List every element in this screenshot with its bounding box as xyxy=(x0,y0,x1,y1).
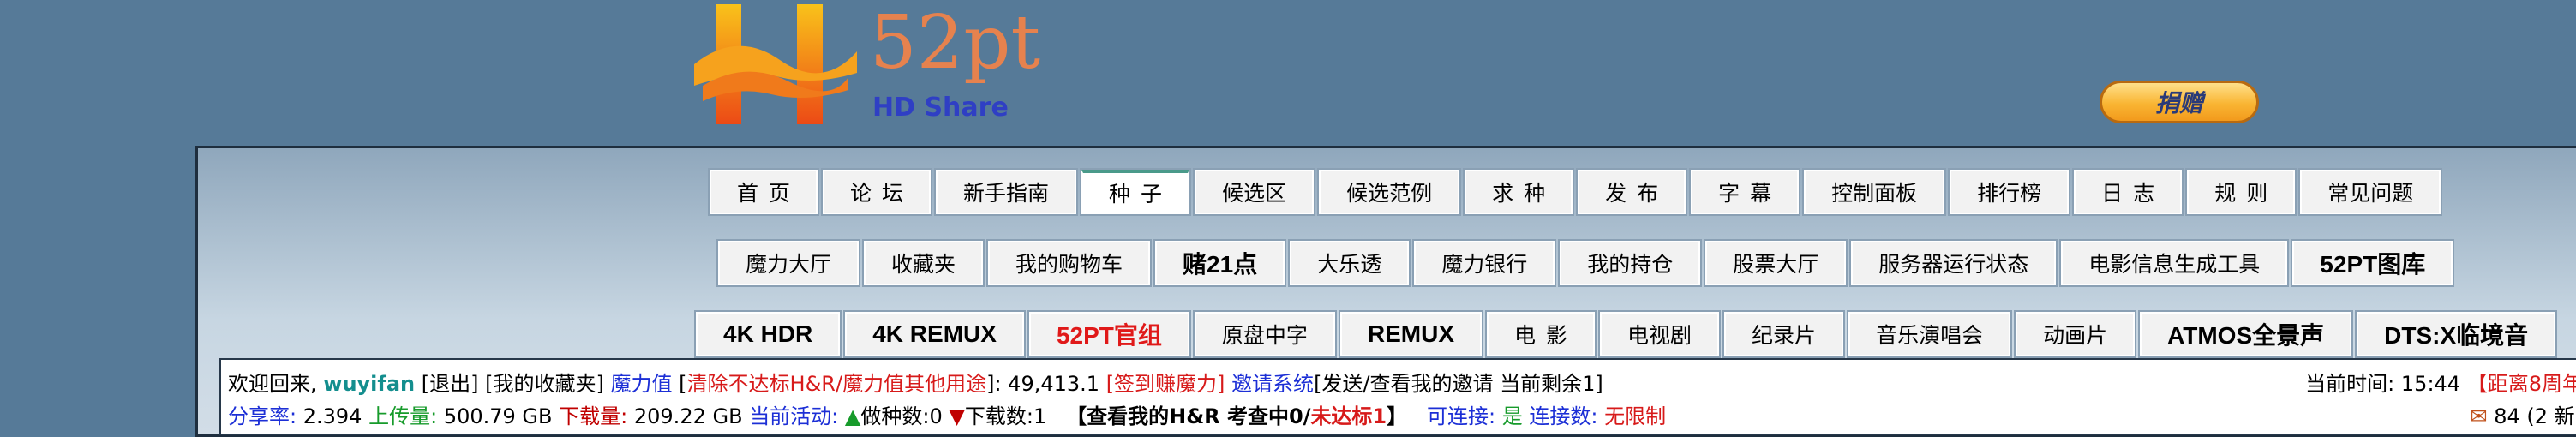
welcome-text: 欢迎回来, xyxy=(228,372,317,396)
main-nav: 首页 论坛 新手指南 种子 候选区 候选范例 求种 发布 字幕 控制面板 排行榜 日志 规则 常见问题 xyxy=(707,168,2443,216)
info-line-2: 分享率: 2.394 上传量: 500.79 GB 下载量: 209.22 GB… xyxy=(228,399,1666,429)
nav-item-13[interactable]: 常见问题 xyxy=(2298,168,2443,216)
signin-link[interactable]: [签到赚魔力] xyxy=(1106,372,1225,396)
ratio-value: 2.394 xyxy=(303,404,362,428)
nav2-item-2[interactable]: 我的购物车 xyxy=(986,239,1153,287)
nav-item-10[interactable]: 排行榜 xyxy=(1948,168,2071,216)
category-item-10[interactable]: ATMOS全景声 xyxy=(2138,310,2354,358)
category-item-9[interactable]: 动画片 xyxy=(2014,310,2137,358)
time-info: 当前时间: 15:44 【距离8周年 xyxy=(2305,367,2576,397)
connectable-value: 是 xyxy=(1501,404,1523,428)
hr-check-link[interactable]: 【查看我的H&R 考查中0/ xyxy=(1066,404,1310,428)
logout-link[interactable]: [退出] xyxy=(422,372,479,396)
category-item-3[interactable]: 原盘中字 xyxy=(1192,310,1337,358)
category-item-1[interactable]: 4K REMUX xyxy=(843,310,1026,358)
category-item-11[interactable]: DTS:X临境音 xyxy=(2355,310,2558,358)
nav2-item-0[interactable]: 魔力大厅 xyxy=(716,239,861,287)
message-info: ✉ 84 (2 新) xyxy=(2470,399,2576,429)
time-label: 当前时间: xyxy=(2305,372,2395,396)
connections-value: 无限制 xyxy=(1604,404,1667,428)
nav2-item-8[interactable]: 服务器运行状态 xyxy=(1849,239,2058,287)
message-count[interactable]: 84 (2 新) xyxy=(2494,404,2576,428)
nav-item-12[interactable]: 规则 xyxy=(2185,168,2297,216)
donate-button[interactable]: 捐赠 xyxy=(2100,81,2259,123)
bracket: [ xyxy=(679,372,687,396)
category-item-0[interactable]: 4K HDR xyxy=(693,310,842,358)
upload-value: 500.79 GB xyxy=(443,404,553,428)
nav-item-0[interactable]: 首页 xyxy=(707,168,820,216)
nav2-item-9[interactable]: 电影信息生成工具 xyxy=(2059,239,2290,287)
username-link[interactable]: wuyifan xyxy=(323,372,415,396)
bonus-link[interactable]: 魔力值 xyxy=(611,372,673,396)
category-item-8[interactable]: 音乐演唱会 xyxy=(1847,310,2013,358)
nav-item-7[interactable]: 发布 xyxy=(1576,168,1688,216)
logo-text: 52pt xyxy=(870,0,1041,86)
nav2-item-5[interactable]: 魔力银行 xyxy=(1412,239,1557,287)
nav2-item-3[interactable]: 赌21点 xyxy=(1153,239,1287,287)
category-item-5[interactable]: 电影 xyxy=(1485,310,1597,358)
favorites-link[interactable]: [我的收藏夹] xyxy=(485,372,604,396)
category-item-7[interactable]: 纪录片 xyxy=(1722,310,1846,358)
nav-item-8[interactable]: 字幕 xyxy=(1689,168,1801,216)
nav-item-1[interactable]: 论坛 xyxy=(821,168,933,216)
category-nav: 4K HDR 4K REMUX 52PT官组 原盘中字 REMUX 电影 电视剧 纪录片 音乐演… xyxy=(693,310,2558,358)
inbox-icon[interactable]: ✉ xyxy=(2470,404,2487,428)
anniversary-countdown: 【距离8周年 xyxy=(2466,372,2576,396)
nav-item-5[interactable]: 候选范例 xyxy=(1317,168,1462,216)
seed-icon: ▲ xyxy=(844,404,861,428)
clear-hr-link[interactable]: 清除不达标H&R/魔力值其他用途 xyxy=(687,372,987,396)
download-value: 209.22 GB xyxy=(633,404,743,428)
download-label: 下载量: xyxy=(559,404,628,428)
ratio-label: 分享率: xyxy=(228,404,297,428)
nav2-item-7[interactable]: 股票大厅 xyxy=(1704,239,1848,287)
invite-link[interactable]: 邀请系统 xyxy=(1231,372,1314,396)
upload-label: 上传量: xyxy=(368,404,438,428)
user-info-bar: 欢迎回来, wuyifan [退出] [我的收藏夹] 魔力值 [清除不达标H&R… xyxy=(219,358,2576,435)
seeding-count[interactable]: 做种数:0 xyxy=(860,404,942,428)
activity-label: 当前活动: xyxy=(749,404,839,428)
time-value: 15:44 xyxy=(2400,372,2461,396)
leeching-count[interactable]: 下载数:1 xyxy=(965,404,1046,428)
bracket: ]: xyxy=(986,372,1002,396)
secondary-nav: 魔力大厅 收藏夹 我的购物车 赌21点 大乐透 魔力银行 我的持仓 股票大厅 服务器运行状态 电影… xyxy=(716,239,2455,287)
logo-subtitle: HD Share xyxy=(872,93,1009,123)
hr-bracket-close: 】 xyxy=(1387,404,1408,428)
leech-icon: ▼ xyxy=(949,404,965,428)
nav-item-9[interactable]: 控制面板 xyxy=(1802,168,1947,216)
info-line-1: 欢迎回来, wuyifan [退出] [我的收藏夹] 魔力值 [清除不达标H&R… xyxy=(228,367,1603,397)
nav-item-2[interactable]: 新手指南 xyxy=(934,168,1079,216)
nav2-item-1[interactable]: 收藏夹 xyxy=(862,239,985,287)
nav-item-4[interactable]: 候选区 xyxy=(1193,168,1316,216)
connectable-label: 可连接: xyxy=(1427,404,1496,428)
nav2-item-10[interactable]: 52PT图库 xyxy=(2291,239,2455,287)
nav2-item-4[interactable]: 大乐透 xyxy=(1288,239,1411,287)
bonus-value: 49,413.1 xyxy=(1008,372,1100,396)
nav-item-3[interactable]: 种子 xyxy=(1080,168,1192,216)
connections-label: 连接数: xyxy=(1529,404,1598,428)
category-item-4[interactable]: REMUX xyxy=(1338,310,1484,358)
nav2-item-6[interactable]: 我的持仓 xyxy=(1558,239,1703,287)
hr-fail-count[interactable]: 未达标1 xyxy=(1310,404,1387,428)
invite-detail: [发送/查看我的邀请 当前剩余1] xyxy=(1314,372,1603,396)
category-item-6[interactable]: 电视剧 xyxy=(1598,310,1722,358)
nav-item-6[interactable]: 求种 xyxy=(1463,168,1575,216)
category-item-2[interactable]: 52PT官组 xyxy=(1027,310,1191,358)
nav-item-11[interactable]: 日志 xyxy=(2072,168,2184,216)
